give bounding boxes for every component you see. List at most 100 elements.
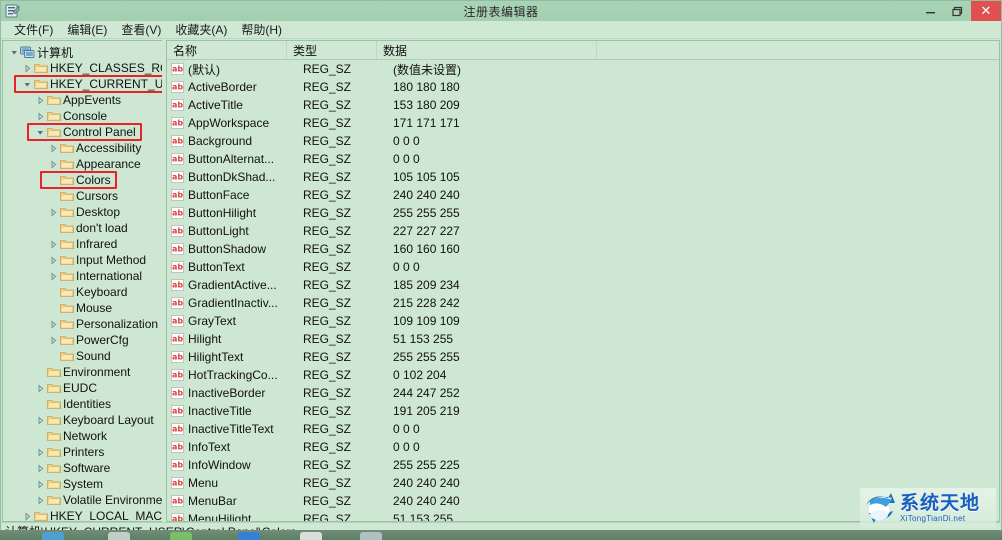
tree-node-international[interactable]: International <box>3 268 162 284</box>
minimize-button[interactable] <box>917 1 944 21</box>
tree-node-printers[interactable]: Printers <box>3 444 162 460</box>
registry-value-row[interactable]: ab HilightText REG_SZ 255 255 255 <box>167 348 999 366</box>
tree-node-keyboard-layout[interactable]: Keyboard Layout <box>3 412 162 428</box>
tree-node-network[interactable]: Network <box>3 428 162 444</box>
tree-node-don-t-load[interactable]: don't load <box>3 220 162 236</box>
title-bar[interactable]: 注册表编辑器 ✕ <box>1 1 1001 21</box>
registry-tree-pane[interactable]: 计算机HKEY_CLASSES_ROOT HKEY_CURRENT_USER App… <box>2 40 162 522</box>
tree-node-appearance[interactable]: Appearance <box>3 156 162 172</box>
registry-value-row[interactable]: ab InfoWindow REG_SZ 255 255 225 <box>167 456 999 474</box>
registry-value-row[interactable]: ab InfoText REG_SZ 0 0 0 <box>167 438 999 456</box>
column-type[interactable]: 类型 <box>287 41 377 59</box>
tree-node-desktop[interactable]: Desktop <box>3 204 162 220</box>
tree-node-environment[interactable]: Environment <box>3 364 162 380</box>
taskbar[interactable] <box>0 530 1002 540</box>
registry-value-row[interactable]: ab GradientInactiv... REG_SZ 215 228 242 <box>167 294 999 312</box>
tree-node-cursors[interactable]: Cursors <box>3 188 162 204</box>
tree-node-mouse[interactable]: Mouse <box>3 300 162 316</box>
chevron-right-icon[interactable] <box>48 252 59 268</box>
registry-values-list[interactable]: ab (默认) REG_SZ (数值未设置) ab ActiveBorder REG_SZ 1… <box>167 60 999 521</box>
chevron-right-icon[interactable] <box>48 140 59 156</box>
registry-value-row[interactable]: ab ButtonDkShad... REG_SZ 105 105 105 <box>167 168 999 186</box>
registry-value-row[interactable]: ab GradientActive... REG_SZ 185 209 234 <box>167 276 999 294</box>
chevron-right-icon[interactable] <box>35 476 46 492</box>
folder-icon <box>59 332 74 348</box>
tree-node-appevents[interactable]: AppEvents <box>3 92 162 108</box>
tree-node-hkey-current-user[interactable]: HKEY_CURRENT_USER <box>3 76 162 92</box>
taskbar-icon-6[interactable] <box>360 532 382 540</box>
registry-value-row[interactable]: ab AppWorkspace REG_SZ 171 171 171 <box>167 114 999 132</box>
chevron-right-icon[interactable] <box>48 236 59 252</box>
tree-node-keyboard[interactable]: Keyboard <box>3 284 162 300</box>
taskbar-icon-3[interactable] <box>170 532 192 540</box>
chevron-right-icon[interactable] <box>48 204 59 220</box>
menu-edit[interactable]: 编辑(E) <box>60 20 114 39</box>
chevron-right-icon[interactable] <box>22 508 33 521</box>
chevron-right-icon[interactable] <box>22 60 33 76</box>
tree-line-icon <box>48 300 59 316</box>
chevron-down-icon[interactable] <box>22 76 33 92</box>
chevron-down-icon[interactable] <box>9 44 20 60</box>
registry-values-pane[interactable]: 名称 类型 数据 ab (默认) REG_SZ (数值未设置) ab ActiveBorder… <box>166 40 1000 522</box>
registry-value-row[interactable]: ab ActiveTitle REG_SZ 153 180 209 <box>167 96 999 114</box>
maximize-button[interactable] <box>944 1 971 21</box>
registry-value-row[interactable]: ab GrayText REG_SZ 109 109 109 <box>167 312 999 330</box>
registry-value-row[interactable]: ab ButtonHilight REG_SZ 255 255 255 <box>167 204 999 222</box>
tree-node-console[interactable]: Console <box>3 108 162 124</box>
chevron-right-icon[interactable] <box>35 460 46 476</box>
tree-node-software[interactable]: Software <box>3 460 162 476</box>
tree-node-personalization[interactable]: Personalization <box>3 316 162 332</box>
tree-node-hkey-local-machine[interactable]: HKEY_LOCAL_MACHINE <box>3 508 162 521</box>
chevron-right-icon[interactable] <box>48 268 59 284</box>
chevron-right-icon[interactable] <box>35 380 46 396</box>
column-data[interactable]: 数据 <box>377 41 597 59</box>
tree-node-system[interactable]: System <box>3 476 162 492</box>
tree-node-input-method[interactable]: Input Method <box>3 252 162 268</box>
taskbar-icon-5[interactable] <box>300 532 322 540</box>
chevron-right-icon[interactable] <box>35 492 46 508</box>
registry-value-row[interactable]: ab Background REG_SZ 0 0 0 <box>167 132 999 150</box>
registry-value-row[interactable]: ab ButtonLight REG_SZ 227 227 227 <box>167 222 999 240</box>
tree-node-control-panel[interactable]: Control Panel <box>3 124 162 140</box>
tree-node-[interactable]: 计算机 <box>3 44 162 60</box>
column-name[interactable]: 名称 <box>167 41 287 59</box>
taskbar-icon-4[interactable] <box>238 532 260 540</box>
chevron-right-icon[interactable] <box>35 92 46 108</box>
chevron-down-icon[interactable] <box>35 124 46 140</box>
tree-node-accessibility[interactable]: Accessibility <box>3 140 162 156</box>
chevron-right-icon[interactable] <box>35 108 46 124</box>
tree-node-powercfg[interactable]: PowerCfg <box>3 332 162 348</box>
menu-favorites[interactable]: 收藏夹(A) <box>168 20 234 39</box>
chevron-right-icon[interactable] <box>48 332 59 348</box>
registry-value-row[interactable]: ab HotTrackingCo... REG_SZ 0 102 204 <box>167 366 999 384</box>
folder-icon <box>59 156 74 172</box>
chevron-right-icon[interactable] <box>48 156 59 172</box>
registry-value-row[interactable]: ab InactiveTitle REG_SZ 191 205 219 <box>167 402 999 420</box>
registry-value-row[interactable]: ab (默认) REG_SZ (数值未设置) <box>167 60 999 78</box>
tree-node-eudc[interactable]: EUDC <box>3 380 162 396</box>
menu-help[interactable]: 帮助(H) <box>234 20 289 39</box>
registry-value-row[interactable]: ab ButtonShadow REG_SZ 160 160 160 <box>167 240 999 258</box>
tree-node-colors[interactable]: Colors <box>3 172 162 188</box>
registry-value-row[interactable]: ab ButtonText REG_SZ 0 0 0 <box>167 258 999 276</box>
chevron-right-icon[interactable] <box>35 444 46 460</box>
taskbar-icon-1[interactable] <box>42 532 64 540</box>
close-button[interactable]: ✕ <box>971 1 1001 21</box>
registry-value-row[interactable]: ab Hilight REG_SZ 51 153 255 <box>167 330 999 348</box>
tree-node-volatile-environment[interactable]: Volatile Environment <box>3 492 162 508</box>
registry-value-row[interactable]: ab ActiveBorder REG_SZ 180 180 180 <box>167 78 999 96</box>
registry-value-row[interactable]: ab InactiveTitleText REG_SZ 0 0 0 <box>167 420 999 438</box>
taskbar-icon-2[interactable] <box>108 532 130 540</box>
registry-value-row[interactable]: ab ButtonAlternat... REG_SZ 0 0 0 <box>167 150 999 168</box>
value-type-cell: REG_SZ <box>303 314 352 328</box>
tree-node-identities[interactable]: Identities <box>3 396 162 412</box>
chevron-right-icon[interactable] <box>48 316 59 332</box>
tree-node-infrared[interactable]: Infrared <box>3 236 162 252</box>
tree-node-hkey-classes-root[interactable]: HKEY_CLASSES_ROOT <box>3 60 162 76</box>
registry-value-row[interactable]: ab ButtonFace REG_SZ 240 240 240 <box>167 186 999 204</box>
menu-view[interactable]: 查看(V) <box>114 20 168 39</box>
tree-node-sound[interactable]: Sound <box>3 348 162 364</box>
chevron-right-icon[interactable] <box>35 412 46 428</box>
registry-value-row[interactable]: ab InactiveBorder REG_SZ 244 247 252 <box>167 384 999 402</box>
menu-file[interactable]: 文件(F) <box>7 20 60 39</box>
